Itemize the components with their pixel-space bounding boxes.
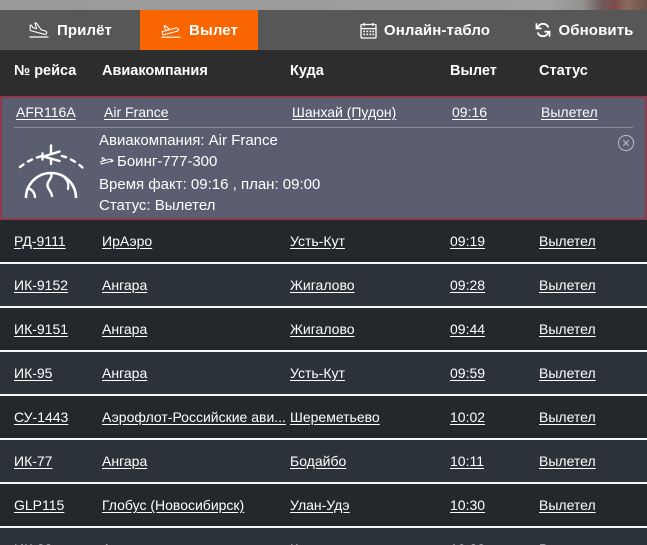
cell-flight[interactable]: AFR116A bbox=[16, 104, 104, 120]
cell-flight[interactable]: ИК-83 bbox=[14, 541, 102, 545]
flight-board-app: Прилёт Вылет Онлайн-табло Обновить № рей… bbox=[0, 0, 647, 545]
table-row[interactable]: ИК-9151 Ангара Жигалово 09:44 Вылетел bbox=[0, 308, 647, 352]
cell-flight[interactable]: СУ-1443 bbox=[14, 409, 102, 425]
column-header-time: Вылет bbox=[450, 63, 497, 79]
detail-line-airline: Авиакомпания: Air France bbox=[99, 132, 278, 149]
tab-online-board-label: Онлайн-табло bbox=[383, 21, 491, 39]
cell-time[interactable]: 09:59 bbox=[450, 365, 530, 381]
plane-icon bbox=[99, 153, 114, 174]
detail-line-aircraft-text: Боинг-777-300 bbox=[117, 153, 218, 170]
cell-flight[interactable]: ИК-95 bbox=[14, 365, 102, 381]
detail-line-aircraft: Боинг-777-300 bbox=[99, 151, 605, 174]
cell-status[interactable]: Вылетел bbox=[539, 365, 639, 381]
cell-airline[interactable]: Аэрофлот-Российские ави... bbox=[102, 409, 290, 425]
cell-dest[interactable]: Шанхай (Пудон) bbox=[292, 104, 447, 120]
table-row[interactable]: ИК-83 Ангара Киренск 10:32 Вылетел bbox=[0, 528, 647, 545]
expanded-row-summary[interactable]: AFR116A Air France Шанхай (Пудон) 09:16 … bbox=[2, 98, 645, 126]
cell-time[interactable]: 09:28 bbox=[450, 277, 530, 293]
table-row-expanded[interactable]: AFR116A Air France Шанхай (Пудон) 09:16 … bbox=[0, 96, 647, 220]
cell-dest[interactable]: Жигалово bbox=[290, 321, 445, 337]
cell-airline[interactable]: Ангара bbox=[102, 541, 290, 545]
plane-over-globe-icon bbox=[12, 136, 92, 202]
cell-airline[interactable]: Ангара bbox=[102, 453, 290, 469]
table-row[interactable]: СУ-1443 Аэрофлот-Российские ави... Шерем… bbox=[0, 396, 647, 440]
table-row[interactable]: GLP115 Глобус (Новосибирск) Улан-Удэ 10:… bbox=[0, 484, 647, 528]
cell-dest[interactable]: Усть-Кут bbox=[290, 365, 445, 381]
cell-status[interactable]: Вылетел bbox=[539, 277, 639, 293]
tab-bar: Прилёт Вылет Онлайн-табло Обновить bbox=[0, 10, 647, 50]
table-row[interactable]: РД-9111 ИрАэро Усть-Кут 09:19 Вылетел bbox=[0, 220, 647, 264]
cell-time[interactable]: 10:11 bbox=[450, 453, 530, 469]
close-circle-icon[interactable] bbox=[617, 134, 635, 152]
cell-airline[interactable]: Air France bbox=[104, 104, 292, 120]
cell-dest[interactable]: Улан-Удэ bbox=[290, 497, 445, 513]
plane-landing-icon bbox=[28, 21, 50, 39]
tab-refresh-label: Обновить bbox=[558, 21, 634, 39]
column-header-flight: № рейса bbox=[14, 63, 77, 79]
refresh-icon bbox=[534, 21, 552, 39]
cell-time[interactable]: 09:16 bbox=[452, 104, 532, 120]
background-photo-strip bbox=[0, 0, 647, 10]
cell-time[interactable]: 10:32 bbox=[450, 541, 530, 545]
plane-takeoff-icon bbox=[160, 21, 182, 39]
tab-arrivals-label: Прилёт bbox=[57, 21, 112, 39]
cell-time[interactable]: 09:44 bbox=[450, 321, 530, 337]
cell-dest[interactable]: Усть-Кут bbox=[290, 233, 445, 249]
cell-status[interactable]: Вылетел bbox=[541, 104, 641, 120]
column-header-airline: Авиакомпания bbox=[102, 63, 208, 79]
table-row[interactable]: ИК-77 Ангара Бодайбо 10:11 Вылетел bbox=[0, 440, 647, 484]
tab-departures[interactable]: Вылет bbox=[140, 10, 258, 50]
table-row[interactable]: ИК-9152 Ангара Жигалово 09:28 Вылетел bbox=[0, 264, 647, 308]
detail-line-status: Статус: Вылетел bbox=[99, 197, 216, 214]
cell-time[interactable]: 10:02 bbox=[450, 409, 530, 425]
cell-dest[interactable]: Шереметьево bbox=[290, 409, 445, 425]
cell-airline[interactable]: Ангара bbox=[102, 365, 290, 381]
cell-flight[interactable]: ИК-9152 bbox=[14, 277, 102, 293]
cell-status[interactable]: Вылетел bbox=[539, 541, 639, 545]
tab-spacer bbox=[258, 10, 330, 50]
cell-dest[interactable]: Жигалово bbox=[290, 277, 445, 293]
detail-line-time: Время факт: 09:16 , план: 09:00 bbox=[99, 176, 321, 193]
cell-flight[interactable]: РД-9111 bbox=[14, 233, 102, 249]
cell-dest[interactable]: Бодайбо bbox=[290, 453, 445, 469]
cell-status[interactable]: Вылетел bbox=[539, 409, 639, 425]
flight-detail-panel: Авиакомпания: Air France Боинг-777-300 В… bbox=[2, 130, 645, 218]
cell-flight[interactable]: ИК-77 bbox=[14, 453, 102, 469]
cell-flight[interactable]: GLP115 bbox=[14, 497, 102, 513]
calendar-icon bbox=[360, 22, 377, 39]
cell-time[interactable]: 10:30 bbox=[450, 497, 530, 513]
cell-status[interactable]: Вылетел bbox=[539, 321, 639, 337]
tab-refresh[interactable]: Обновить bbox=[520, 10, 647, 50]
cell-status[interactable]: Вылетел bbox=[539, 453, 639, 469]
tab-departures-label: Вылет bbox=[189, 21, 238, 39]
column-header-dest: Куда bbox=[290, 63, 324, 79]
expanded-row-divider bbox=[14, 127, 633, 128]
cell-airline[interactable]: ИрАэро bbox=[102, 233, 290, 249]
column-header-status: Статус bbox=[539, 63, 588, 79]
flight-detail-lines: Авиакомпания: Air France Боинг-777-300 В… bbox=[99, 130, 605, 216]
cell-airline[interactable]: Глобус (Новосибирск) bbox=[102, 497, 290, 513]
cell-airline[interactable]: Ангара bbox=[102, 277, 290, 293]
cell-flight[interactable]: ИК-9151 bbox=[14, 321, 102, 337]
table-column-header: № рейса Авиакомпания Куда Вылет Статус bbox=[0, 50, 647, 96]
cell-dest[interactable]: Киренск bbox=[290, 541, 445, 545]
cell-time[interactable]: 09:19 bbox=[450, 233, 530, 249]
cell-status[interactable]: Вылетел bbox=[539, 233, 639, 249]
tab-online-board[interactable]: Онлайн-табло bbox=[330, 10, 520, 50]
cell-airline[interactable]: Ангара bbox=[102, 321, 290, 337]
table-row[interactable]: ИК-95 Ангара Усть-Кут 09:59 Вылетел bbox=[0, 352, 647, 396]
cell-status[interactable]: Вылетел bbox=[539, 497, 639, 513]
tab-arrivals[interactable]: Прилёт bbox=[0, 10, 140, 50]
flight-table: AFR116A Air France Шанхай (Пудон) 09:16 … bbox=[0, 96, 647, 545]
